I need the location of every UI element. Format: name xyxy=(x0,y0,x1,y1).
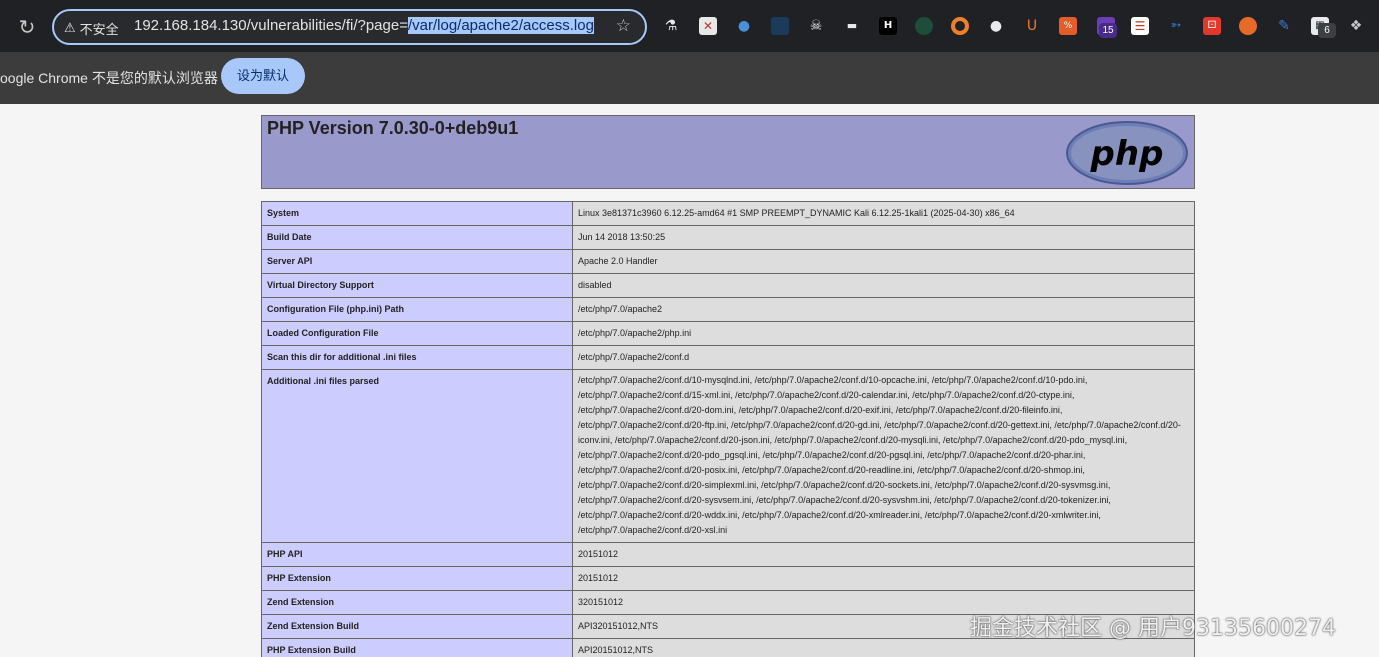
h-extension-icon[interactable]: H xyxy=(879,17,897,35)
row-value: /etc/php/7.0/apache2/php.ini xyxy=(572,321,1195,346)
row-value: Jun 14 2018 13:50:25 xyxy=(572,225,1195,250)
table-row: Virtual Directory Support disabled xyxy=(261,273,1195,298)
hat-extension-icon[interactable]: ▬ xyxy=(843,17,861,35)
table-row: System Linux 3e81371c3960 6.12.25-amd64 #… xyxy=(261,201,1195,226)
table-row: Scan this dir for additional .ini files /… xyxy=(261,345,1195,370)
row-key: Zend Extension Build xyxy=(261,614,573,639)
arrow-extension-icon[interactable]: ➳ xyxy=(1167,17,1185,35)
php-logo-text: php xyxy=(1090,134,1164,174)
security-label: 不安全 xyxy=(79,23,119,38)
address-bar[interactable]: ⚠ 不安全 192.168.184.130/vulnerabilities/fi… xyxy=(52,9,647,45)
default-browser-infobar: oogle Chrome 不是您的默认浏览器 xyxy=(0,52,1379,104)
ghost-extension-icon[interactable]: ☠ xyxy=(807,17,825,35)
row-key: PHP Extension Build xyxy=(261,638,573,657)
row-key: PHP Extension xyxy=(261,566,573,591)
crossed-image-extension-icon[interactable]: ✕ xyxy=(699,17,717,35)
row-key: Virtual Directory Support xyxy=(261,273,573,298)
table-row: Additional .ini files parsed/etc/php/7.0… xyxy=(261,369,1195,543)
php-header: PHP Version 7.0.30-0+deb9u1 php xyxy=(261,115,1195,189)
infobar-message: oogle Chrome 不是您的默认浏览器 xyxy=(0,70,218,86)
extension-count-badge-2: 6 xyxy=(1318,23,1336,38)
row-value: 20151012 xyxy=(572,566,1195,591)
php-logo-icon: php xyxy=(1066,121,1188,185)
circle-green-extension-icon[interactable] xyxy=(915,17,933,35)
flask-extension-icon[interactable]: ⚗ xyxy=(662,17,680,35)
table-row: PHP API 20151012 xyxy=(261,542,1195,567)
php-version-title: PHP Version 7.0.30-0+deb9u1 xyxy=(267,118,519,138)
row-value: Linux 3e81371c3960 6.12.25-amd64 #1 SMP … xyxy=(572,201,1195,226)
row-key: Additional .ini files parsed xyxy=(261,369,573,543)
table-row: Server API Apache 2.0 Handler xyxy=(261,249,1195,274)
extensions-puzzle-icon[interactable]: ❖ xyxy=(1347,17,1365,35)
table-row: Configuration File (php.ini) Path/etc/ph… xyxy=(261,297,1195,322)
percent-extension-icon[interactable]: % xyxy=(1059,17,1077,35)
paw-extension-icon[interactable]: ● xyxy=(987,17,1005,35)
row-value: /etc/php/7.0/apache2/conf.d xyxy=(572,345,1195,370)
extension-count-badge: 15 xyxy=(1099,23,1117,38)
url-selected-text: /var/log/apache2/access.log xyxy=(407,17,594,34)
bookmark-star-icon[interactable]: ☆ xyxy=(616,16,631,36)
table-row: Build Date Jun 14 2018 13:50:25 xyxy=(261,225,1195,250)
watermark: 掘金技术社区 @ 用户9313560027​4 xyxy=(970,616,1336,641)
location-pin-extension-icon[interactable]: ● xyxy=(735,17,753,35)
warning-icon: ⚠ xyxy=(64,21,76,36)
dice-extension-icon[interactable]: ⚀ xyxy=(1203,17,1221,35)
set-default-button[interactable]: 设为默认 xyxy=(221,58,305,94)
row-key: Scan this dir for additional .ini files xyxy=(261,345,573,370)
page-viewport[interactable]: PHP Version 7.0.30-0+deb9u1 php System Li… xyxy=(0,104,1379,657)
orange-ring-extension-icon[interactable] xyxy=(951,17,969,35)
red-lock-extension-icon[interactable]: ☰ xyxy=(1131,17,1149,35)
row-key: Loaded Configuration File xyxy=(261,321,573,346)
url-prefix: 192.168.184.130/vulnerabilities/fi/?page… xyxy=(134,17,408,34)
row-key: PHP API xyxy=(261,542,573,567)
table-row: Loaded Configuration File/etc/php/7.0/ap… xyxy=(261,321,1195,346)
row-value: disabled xyxy=(572,273,1195,298)
edit-extension-icon[interactable]: ✎ xyxy=(1275,17,1293,35)
row-key: Build Date xyxy=(261,225,573,250)
table-row: PHP Extension 20151012 xyxy=(261,566,1195,591)
u-shield-extension-icon[interactable]: U xyxy=(1023,17,1041,35)
url-text[interactable]: 192.168.184.130/vulnerabilities/fi/?page… xyxy=(134,17,594,34)
cookie-extension-icon[interactable] xyxy=(1239,17,1257,35)
row-value: /etc/php/7.0/apache2/conf.d/10-mysqlnd.i… xyxy=(572,369,1195,543)
browser-toolbar: ↻ ⚠ 不安全 192.168.184.130/vulnerabilities/… xyxy=(0,0,1379,52)
row-key: Server API xyxy=(261,249,573,274)
row-value: 20151012 xyxy=(572,542,1195,567)
row-key: Zend Extension xyxy=(261,590,573,615)
row-value: Apache 2.0 Handler xyxy=(572,249,1195,274)
blue-square-extension-icon[interactable] xyxy=(771,17,789,35)
site-security-indicator[interactable]: ⚠ 不安全 xyxy=(64,19,119,38)
row-key: System xyxy=(261,201,573,226)
php-info-table: System Linux 3e81371c3960 6.12.25-amd64 #… xyxy=(261,201,1195,657)
reload-icon[interactable]: ↻ xyxy=(14,14,40,40)
row-key: Configuration File (php.ini) Path xyxy=(261,297,573,322)
row-value: /etc/php/7.0/apache2 xyxy=(572,297,1195,322)
